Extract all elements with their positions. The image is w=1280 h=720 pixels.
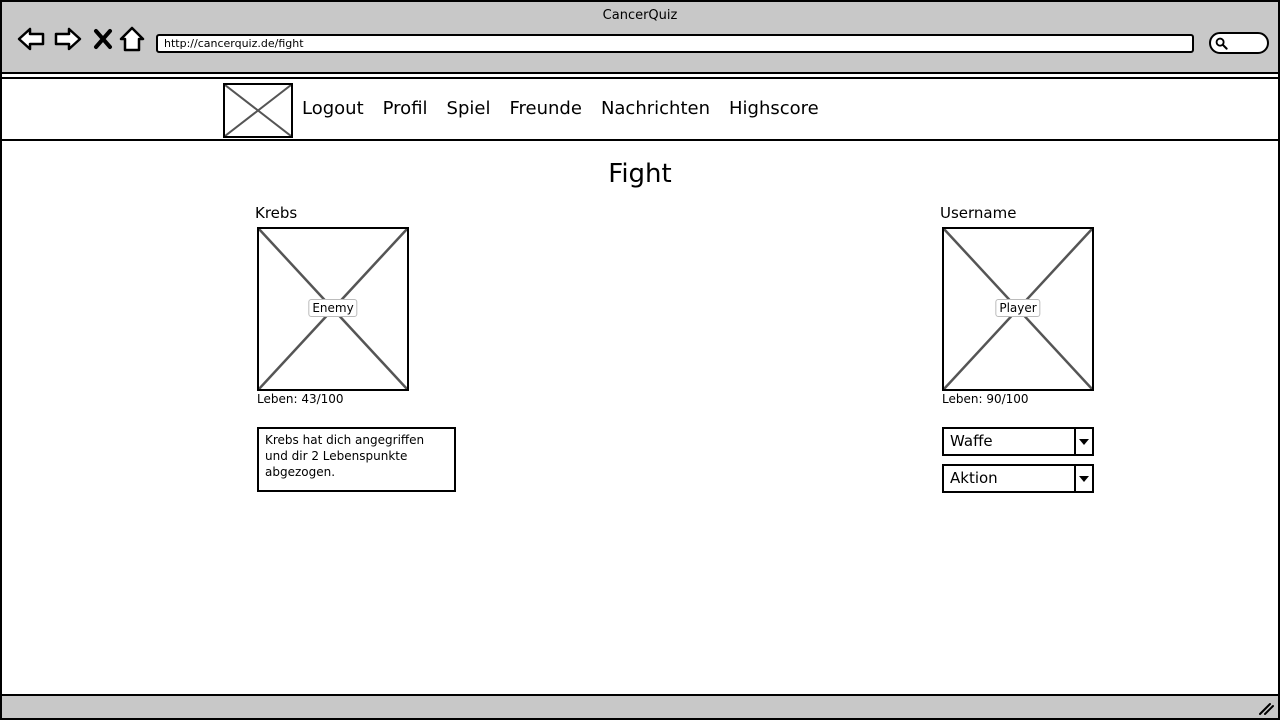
nav-freunde[interactable]: Freunde: [509, 98, 581, 119]
enemy-image-label: Enemy: [308, 299, 358, 317]
player-life: Leben: 90/100: [942, 392, 1029, 406]
browser-window: CancerQuiz http://cancerquiz.de/fight Lo…: [0, 0, 1280, 720]
player-image-label: Player: [995, 299, 1041, 317]
battle-message: Krebs hat dich angegriffen und dir 2 Leb…: [257, 427, 456, 492]
action-select-value: Aktion: [950, 469, 998, 487]
player-image: Player: [942, 227, 1094, 391]
enemy-name: Krebs: [255, 204, 298, 222]
site-header: Logout Profil Spiel Freunde Nachrichten …: [2, 77, 1278, 141]
nav-spiel[interactable]: Spiel: [447, 98, 491, 119]
status-bar: [2, 694, 1278, 718]
enemy-life: Leben: 43/100: [257, 392, 344, 406]
resize-grip-icon[interactable]: [1258, 701, 1274, 715]
player-name: Username: [940, 204, 1017, 222]
nav-logout[interactable]: Logout: [302, 98, 364, 119]
main-nav: Logout Profil Spiel Freunde Nachrichten …: [302, 98, 819, 119]
logo-placeholder[interactable]: [223, 83, 293, 138]
weapon-select[interactable]: Waffe: [942, 427, 1094, 456]
weapon-select-value: Waffe: [950, 432, 993, 450]
page-title: Fight: [608, 159, 672, 189]
forward-icon[interactable]: [53, 24, 83, 54]
search-icon: [1215, 37, 1228, 50]
back-icon[interactable]: [16, 24, 46, 54]
browser-chrome: CancerQuiz http://cancerquiz.de/fight: [2, 2, 1278, 74]
close-icon[interactable]: [88, 24, 118, 54]
chevron-down-icon[interactable]: [1074, 466, 1092, 491]
nav-highscore[interactable]: Highscore: [729, 98, 819, 119]
browser-search-field[interactable]: [1209, 32, 1269, 54]
nav-profil[interactable]: Profil: [383, 98, 428, 119]
enemy-image: Enemy: [257, 227, 409, 391]
window-title: CancerQuiz: [602, 8, 678, 23]
nav-nachrichten[interactable]: Nachrichten: [601, 98, 710, 119]
home-icon[interactable]: [117, 24, 147, 54]
action-select[interactable]: Aktion: [942, 464, 1094, 493]
chevron-down-icon[interactable]: [1074, 429, 1092, 454]
url-input[interactable]: http://cancerquiz.de/fight: [156, 34, 1194, 53]
